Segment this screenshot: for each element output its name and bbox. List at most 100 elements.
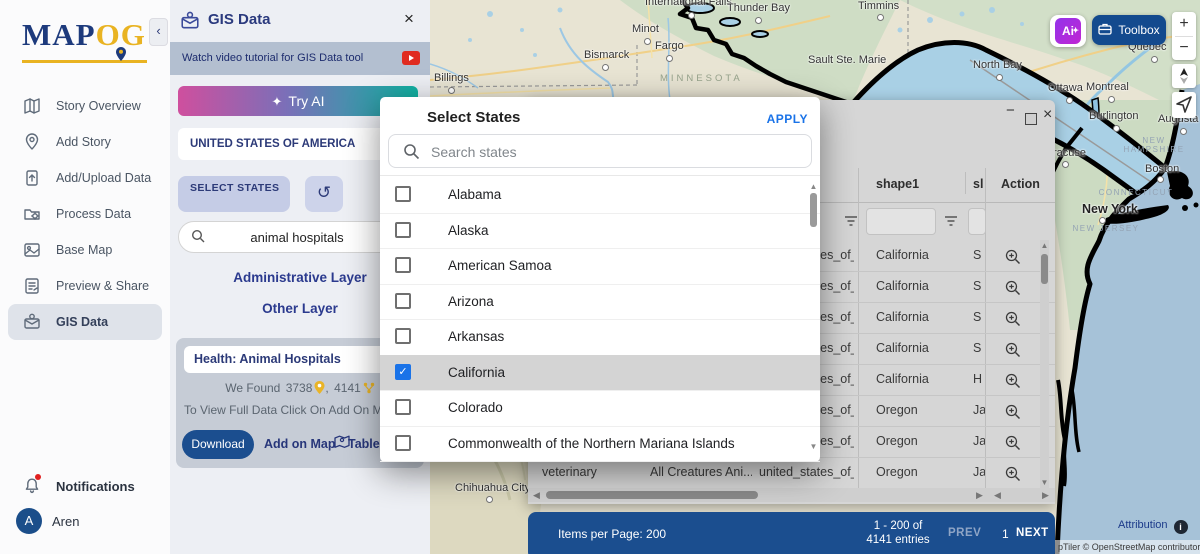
scroll-right-arrow[interactable]: ▶ <box>1042 490 1049 501</box>
state-name: Alaska <box>448 223 489 238</box>
table-vertical-scrollbar[interactable]: ▲ ▼ <box>1040 240 1049 488</box>
zoom-out-button[interactable]: − <box>1172 36 1196 60</box>
cell-shape1: California <box>876 248 929 262</box>
compass-button[interactable] <box>1172 64 1196 88</box>
attribution-link[interactable]: Attributioni <box>1118 519 1188 534</box>
zoom-to-feature-icon[interactable] <box>1004 403 1022 424</box>
scroll-down-arrow[interactable]: ▼ <box>1040 478 1049 487</box>
cell-shape2: S <box>973 248 985 262</box>
zoom-to-feature-icon[interactable] <box>1004 248 1022 269</box>
info-icon: i <box>1174 520 1188 534</box>
zoom-to-feature-icon[interactable] <box>1004 341 1022 362</box>
state-row-commonwealth-of-the-northern-mariana-islands[interactable]: Commonwealth of the Northern Mariana Isl… <box>380 426 820 463</box>
cell-shape2: Ja <box>973 434 985 448</box>
prev-page-button[interactable]: PREV <box>948 527 981 539</box>
city-marker <box>666 55 673 62</box>
zoom-to-feature-icon[interactable] <box>1004 465 1022 486</box>
scrollbar-thumb[interactable] <box>810 193 817 227</box>
state-row-american-samoa[interactable]: American Samoa <box>380 248 820 285</box>
close-window-icon[interactable]: × <box>1043 106 1052 124</box>
scrollbar-thumb[interactable] <box>1041 254 1048 284</box>
sidebar-item-base-map[interactable]: Base Map <box>0 232 170 268</box>
filter-icon[interactable] <box>844 214 858 232</box>
add-on-map-button[interactable]: Add on Map <box>264 437 336 451</box>
sidebar-item-process-data[interactable]: Process Data <box>0 196 170 232</box>
state-name: Colorado <box>448 400 503 415</box>
scroll-up-arrow[interactable]: ▲ <box>809 182 818 191</box>
cell-amenity: veterinary <box>542 465 642 479</box>
ai-tool-button[interactable]: Ai✦ <box>1050 15 1086 47</box>
tutorial-label: Watch video tutorial for GIS Data tool <box>182 52 363 64</box>
apply-button[interactable]: APPLY <box>767 112 808 126</box>
state-checkbox[interactable] <box>395 399 411 415</box>
state-row-alaska[interactable]: Alaska <box>380 213 820 250</box>
mapog-logo[interactable]: MAPOG <box>22 14 147 63</box>
sidebar-item-add-upload-data[interactable]: Add/Upload Data <box>0 160 170 196</box>
minimize-window-icon[interactable]: − <box>1006 102 1015 119</box>
table-horizontal-scrollbar[interactable]: ◀ ▶ ◀ ▶ <box>528 488 1055 502</box>
state-checkbox[interactable]: ✓ <box>395 364 411 380</box>
column-header-shape2[interactable]: sl <box>973 177 983 191</box>
toolbox-button[interactable]: Toolbox <box>1092 15 1166 45</box>
notifications-item[interactable]: Notifications <box>0 468 192 504</box>
column-header-shape1[interactable]: shape1 <box>876 177 919 191</box>
state-row-colorado[interactable]: Colorado <box>380 390 820 427</box>
state-checkbox[interactable] <box>395 293 411 309</box>
state-row-alabama[interactable]: Alabama <box>380 177 820 214</box>
states-search-input[interactable]: Search states <box>388 134 812 168</box>
zoom-to-feature-icon[interactable] <box>1004 310 1022 331</box>
city-label-racuse: racuse <box>1053 147 1086 159</box>
state-checkbox[interactable] <box>395 328 411 344</box>
state-checkbox[interactable] <box>395 257 411 273</box>
collapse-panel-button[interactable]: ‹ <box>149 18 168 46</box>
filter-icon[interactable] <box>944 214 958 232</box>
city-marker <box>996 74 1003 81</box>
download-button[interactable]: Download <box>182 430 254 459</box>
cell-shape2: S <box>973 341 985 355</box>
scroll-right-arrow[interactable]: ▶ <box>976 490 983 501</box>
state-name: Alabama <box>448 187 501 202</box>
tutorial-banner[interactable]: Watch video tutorial for GIS Data tool <box>170 42 430 75</box>
city-marker <box>1108 96 1115 103</box>
sidebar-item-story-overview[interactable]: Story Overview <box>0 88 170 124</box>
state-checkbox[interactable] <box>395 186 411 202</box>
sidebar-item-label: Base Map <box>56 243 112 257</box>
reset-button[interactable]: ↺ <box>305 176 343 212</box>
user-profile[interactable]: A Aren <box>0 504 186 538</box>
maximize-window-icon[interactable] <box>1025 106 1037 129</box>
locate-button[interactable] <box>1172 92 1196 118</box>
city-label-montreal: Montreal <box>1086 81 1129 93</box>
scroll-down-arrow[interactable]: ▼ <box>809 442 818 451</box>
state-row-arizona[interactable]: Arizona <box>380 284 820 321</box>
state-row-california[interactable]: ✓California <box>380 355 820 392</box>
scroll-left-arrow[interactable]: ◀ <box>533 490 540 501</box>
zoom-to-feature-icon[interactable] <box>1004 279 1022 300</box>
states-list: Alabama Alaska American SamoaArizonaArkans… <box>380 177 820 462</box>
scrollbar-thumb[interactable] <box>546 491 758 499</box>
column-divider <box>965 172 966 194</box>
zoom-to-feature-icon[interactable] <box>1004 372 1022 393</box>
filter-input-shape2[interactable] <box>968 208 986 235</box>
scroll-left-arrow[interactable]: ◀ <box>994 490 1001 501</box>
zoom-to-feature-icon[interactable] <box>1004 434 1022 455</box>
sidebar-item-gis-data[interactable]: GIS Data <box>8 304 162 340</box>
state-row-arkansas[interactable]: Arkansas <box>380 319 820 356</box>
zoom-in-button[interactable]: + <box>1172 12 1196 36</box>
next-page-button[interactable]: NEXT <box>1016 527 1049 539</box>
close-panel-icon[interactable]: × <box>404 9 414 29</box>
cell-shape2: H <box>973 372 985 386</box>
sidebar-item-add-story[interactable]: Add Story <box>0 124 170 160</box>
items-per-page[interactable]: Items per Page: 200 <box>558 527 666 541</box>
scroll-up-arrow[interactable]: ▲ <box>1040 241 1049 250</box>
region-label-minnesota: MINNESOTA <box>660 73 740 84</box>
city-marker <box>602 64 609 71</box>
user-name: Aren <box>52 514 79 529</box>
state-checkbox[interactable] <box>395 435 411 451</box>
select-states-button[interactable]: SELECT STATES <box>178 176 290 212</box>
filter-input-shape1[interactable] <box>866 208 936 235</box>
cell-name: All Creatures Ani... <box>650 465 752 479</box>
city-marker <box>448 87 455 94</box>
state-checkbox[interactable] <box>395 222 411 238</box>
sidebar-item-preview-share[interactable]: Preview & Share <box>0 268 170 304</box>
avatar: A <box>16 508 42 534</box>
